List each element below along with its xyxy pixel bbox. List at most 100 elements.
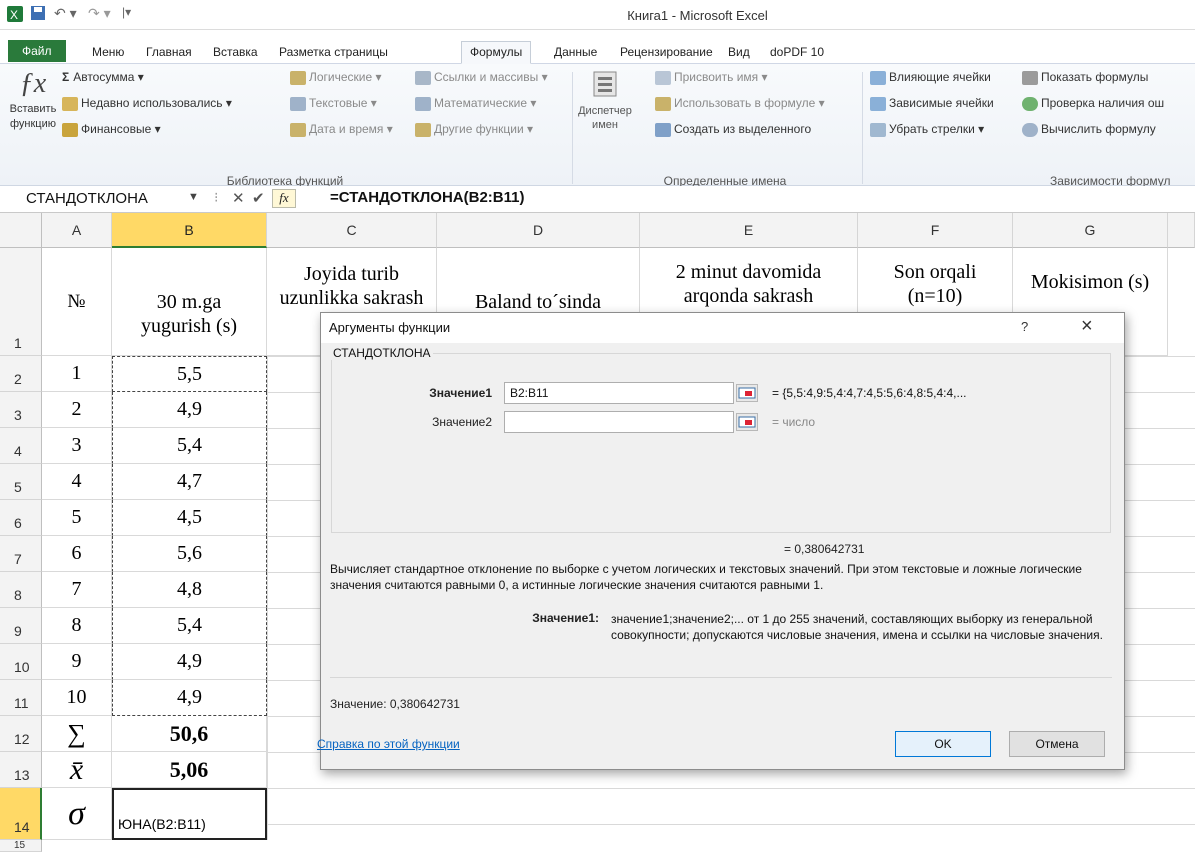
cell-b1[interactable]: 30 m.ga yugurish (s) [112, 248, 267, 356]
cell-b11[interactable]: 4,9 [112, 680, 267, 716]
cell-b2[interactable]: 5,5 [112, 356, 267, 392]
cell-b3[interactable]: 4,9 [112, 392, 267, 428]
row-header-12[interactable]: 12 [0, 716, 42, 752]
cancel-entry-icon[interactable]: ✕ [232, 189, 245, 207]
tab-dopdf[interactable]: doPDF 10 [762, 42, 832, 62]
cell-a10[interactable]: 9 [42, 644, 112, 680]
cell-a8[interactable]: 7 [42, 572, 112, 608]
text-functions-button[interactable]: Текстовые ▾ [290, 96, 377, 111]
cell-a11[interactable]: 10 [42, 680, 112, 716]
row-header-9[interactable]: 9 [0, 608, 42, 644]
row-header-15[interactable]: 15 [0, 840, 42, 852]
row-header-4[interactable]: 4 [0, 428, 42, 464]
tab-page-layout[interactable]: Разметка страницы [271, 42, 396, 62]
arg1-collapse-button[interactable] [736, 384, 758, 402]
cell-a14-sigma-symbol[interactable]: σ [42, 788, 112, 840]
formula-input[interactable]: =СТАНДОТКЛОНА(B2:B11) [330, 189, 524, 206]
error-checking-button[interactable]: Проверка наличия ош [1022, 96, 1164, 111]
select-all-corner[interactable] [0, 213, 42, 248]
insert-function-button[interactable]: ƒx Вставить функцию [8, 68, 58, 132]
row-header-3[interactable]: 3 [0, 392, 42, 428]
tab-data[interactable]: Данные [546, 42, 605, 62]
lookup-button[interactable]: Ссылки и массивы ▾ [415, 70, 548, 85]
close-icon[interactable]: × [1081, 315, 1093, 338]
row-header-8[interactable]: 8 [0, 572, 42, 608]
cell-a3[interactable]: 2 [42, 392, 112, 428]
function-name-label: СТАНДОТКЛОНА [331, 346, 433, 360]
cell-a9[interactable]: 8 [42, 608, 112, 644]
column-header-d[interactable]: D [437, 213, 640, 248]
help-icon[interactable]: ? [1021, 319, 1028, 334]
cell-a2[interactable]: 1 [42, 356, 112, 392]
cell-b14-active[interactable]: ЮНА(B2:B11) [112, 788, 267, 840]
autosum-button[interactable]: Σ Автосумма ▾ [62, 70, 144, 84]
financial-button[interactable]: Финансовые ▾ [62, 122, 161, 137]
create-from-selection-button[interactable]: Создать из выделенного [655, 122, 811, 137]
tab-home[interactable]: Главная [138, 42, 200, 62]
tab-formulas[interactable]: Формулы [461, 41, 532, 64]
row-header-11[interactable]: 11 [0, 680, 42, 716]
row-header-5[interactable]: 5 [0, 464, 42, 500]
cell-b12-sum[interactable]: 50,6 [112, 716, 267, 752]
row-header-1[interactable]: 1 [0, 248, 42, 356]
cell-a12-sum-symbol[interactable]: ∑ [42, 716, 112, 752]
datetime-button[interactable]: Дата и время ▾ [290, 122, 393, 137]
math-icon [415, 96, 431, 111]
remove-arrows-button[interactable]: Убрать стрелки ▾ [870, 122, 984, 137]
column-header-f[interactable]: F [858, 213, 1013, 248]
ok-button[interactable]: OK [895, 731, 991, 757]
column-header-c[interactable]: C [267, 213, 437, 248]
cell-b5[interactable]: 4,7 [112, 464, 267, 500]
other-functions-button[interactable]: Другие функции ▾ [415, 122, 533, 137]
cell-b4[interactable]: 5,4 [112, 428, 267, 464]
name-box[interactable]: СТАНДОТКЛОНА [2, 189, 207, 210]
show-formulas-button[interactable]: Показать формулы [1022, 70, 1148, 85]
arg1-input[interactable]: B2:B11 [504, 382, 734, 404]
arg2-input[interactable] [504, 411, 734, 433]
logical-button[interactable]: Логические ▾ [290, 70, 382, 85]
cancel-button[interactable]: Отмена [1009, 731, 1105, 757]
tab-view[interactable]: Вид [720, 42, 758, 62]
tab-insert[interactable]: Вставка [205, 42, 266, 62]
name-manager-button[interactable]: Диспетчер имен [578, 68, 632, 132]
define-name-button[interactable]: Присвоить имя ▾ [655, 70, 768, 85]
text-icon [290, 96, 306, 111]
column-header-b[interactable]: B [112, 213, 267, 248]
cell-a5[interactable]: 4 [42, 464, 112, 500]
math-button[interactable]: Математические ▾ [415, 96, 536, 111]
name-box-dropdown-icon[interactable]: ▼ [188, 191, 199, 203]
cell-b13-mean[interactable]: 5,06 [112, 752, 267, 788]
cell-b8[interactable]: 4,8 [112, 572, 267, 608]
row-header-14[interactable]: 14 [0, 788, 42, 840]
use-in-formula-button[interactable]: Использовать в формуле ▾ [655, 96, 825, 111]
cell-b9[interactable]: 5,4 [112, 608, 267, 644]
arg2-collapse-button[interactable] [736, 413, 758, 431]
cell-a13-mean-symbol[interactable]: x̄ [42, 752, 112, 788]
row-header-6[interactable]: 6 [0, 500, 42, 536]
column-header-a[interactable]: A [42, 213, 112, 248]
cell-b10[interactable]: 4,9 [112, 644, 267, 680]
row-header-10[interactable]: 10 [0, 644, 42, 680]
column-header-h[interactable] [1168, 213, 1195, 248]
trace-dependents-button[interactable]: Зависимые ячейки [870, 96, 994, 111]
cell-b7[interactable]: 5,6 [112, 536, 267, 572]
row-header-2[interactable]: 2 [0, 356, 42, 392]
cell-a6[interactable]: 5 [42, 500, 112, 536]
cell-a1[interactable]: № [42, 248, 112, 356]
column-header-e[interactable]: E [640, 213, 858, 248]
insert-function-fx-icon[interactable]: fx [272, 189, 296, 208]
confirm-entry-icon[interactable]: ✔ [252, 189, 265, 207]
trace-precedents-button[interactable]: Влияющие ячейки [870, 70, 991, 85]
recent-functions-button[interactable]: Недавно использовались ▾ [62, 96, 232, 111]
row-header-7[interactable]: 7 [0, 536, 42, 572]
column-header-g[interactable]: G [1013, 213, 1168, 248]
tab-review[interactable]: Рецензирование [612, 42, 721, 62]
tab-file[interactable]: Файл [8, 40, 66, 62]
cell-a4[interactable]: 3 [42, 428, 112, 464]
row-header-13[interactable]: 13 [0, 752, 42, 788]
tab-menu[interactable]: Меню [84, 42, 132, 62]
cell-a7[interactable]: 6 [42, 536, 112, 572]
help-link[interactable]: Справка по этой функции [317, 737, 460, 751]
cell-b6[interactable]: 4,5 [112, 500, 267, 536]
evaluate-formula-button[interactable]: Вычислить формулу [1022, 122, 1156, 137]
